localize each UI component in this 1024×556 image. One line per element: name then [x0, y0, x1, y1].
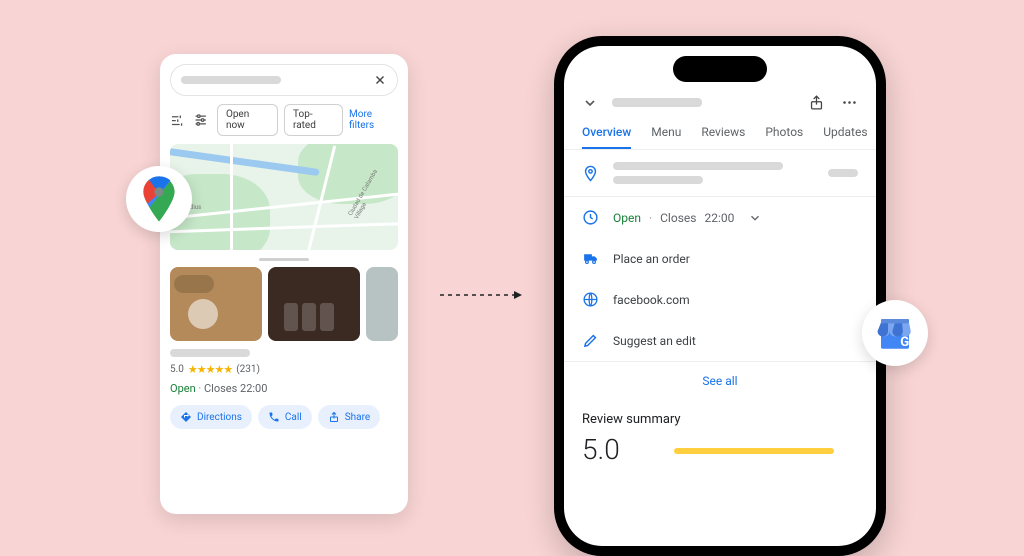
- distance-placeholder: [828, 169, 858, 177]
- pin-icon: [582, 165, 599, 182]
- clock-icon: [582, 209, 599, 226]
- maps-pin-icon: [142, 176, 176, 222]
- tab-updates[interactable]: Updates: [823, 125, 867, 149]
- google-maps-badge: [126, 166, 192, 232]
- listing-title-placeholder: [612, 98, 702, 107]
- close-icon[interactable]: [373, 73, 387, 87]
- rating-count: (231): [236, 364, 260, 375]
- search-placeholder: [181, 76, 281, 84]
- tab-overview[interactable]: Overview: [582, 125, 631, 149]
- svg-text:G: G: [900, 335, 909, 350]
- hours-row: Open · Closes 22:00: [170, 382, 398, 395]
- call-button[interactable]: Call: [258, 405, 312, 429]
- open-status: Open: [613, 211, 641, 225]
- address-line-placeholder: [613, 162, 783, 170]
- website-label: facebook.com: [613, 293, 690, 307]
- search-bar[interactable]: [170, 64, 398, 96]
- photo-thumb[interactable]: [170, 267, 262, 341]
- order-label: Place an order: [613, 252, 690, 266]
- order-row[interactable]: Place an order: [564, 238, 876, 279]
- share-button[interactable]: Share: [318, 405, 380, 429]
- closes-time: 22:00: [704, 211, 734, 225]
- star-icons: ★★★★★: [188, 363, 232, 376]
- call-label: Call: [285, 412, 302, 423]
- directions-icon: [180, 411, 192, 423]
- closes-label: Closes: [660, 211, 696, 225]
- address-row[interactable]: [564, 150, 876, 197]
- address-line-placeholder: [613, 176, 703, 184]
- directions-button[interactable]: Directions: [170, 405, 252, 429]
- sliders-icon[interactable]: [193, 112, 208, 128]
- tab-menu[interactable]: Menu: [651, 125, 681, 149]
- filter-chip-row: Open now Top-rated More filters: [170, 104, 398, 136]
- storefront-icon: G: [874, 312, 916, 354]
- chip-open-now[interactable]: Open now: [217, 104, 278, 136]
- website-row[interactable]: facebook.com: [564, 279, 876, 320]
- review-summary-score: 5.0: [582, 433, 620, 466]
- listing-header: [564, 90, 876, 117]
- tab-reviews[interactable]: Reviews: [701, 125, 745, 149]
- map-preview[interactable]: Claudius Ciudad de Calamba Village: [170, 144, 398, 250]
- photo-thumb[interactable]: [268, 267, 360, 341]
- place-name-placeholder: [170, 349, 250, 357]
- google-business-badge: G: [862, 300, 928, 366]
- phone-screen: Overview Menu Reviews Photos Updates Ope…: [564, 46, 876, 546]
- phone-frame: Overview Menu Reviews Photos Updates Ope…: [554, 36, 886, 556]
- chip-top-rated[interactable]: Top-rated: [284, 104, 343, 136]
- action-row: Directions Call Share: [170, 405, 398, 429]
- rating-row: 5.0 ★★★★★ (231): [170, 363, 398, 376]
- kebab-icon[interactable]: [841, 94, 858, 111]
- pencil-icon: [582, 332, 599, 349]
- hours-row[interactable]: Open · Closes 22:00: [564, 197, 876, 238]
- open-status: Open: [170, 382, 196, 395]
- review-summary: Review summary 5.0: [564, 400, 876, 466]
- dynamic-island: [673, 56, 767, 82]
- chevron-down-icon: [748, 211, 762, 225]
- suggest-edit-row[interactable]: Suggest an edit: [564, 320, 876, 361]
- share-label: Share: [345, 412, 370, 423]
- tab-photos[interactable]: Photos: [765, 125, 803, 149]
- share-icon[interactable]: [808, 94, 825, 111]
- review-summary-title: Review summary: [582, 412, 858, 427]
- closing-time: Closes 22:00: [204, 382, 267, 395]
- globe-icon: [582, 291, 599, 308]
- dot: ·: [198, 382, 201, 395]
- truck-icon: [582, 250, 599, 267]
- chevron-down-icon[interactable]: [582, 95, 598, 111]
- dot: ·: [649, 211, 652, 225]
- drag-handle[interactable]: [259, 258, 309, 261]
- suggest-edit-label: Suggest an edit: [613, 334, 696, 348]
- share-icon: [328, 411, 340, 423]
- rating-bar: [674, 448, 834, 454]
- photo-thumb[interactable]: [366, 267, 398, 341]
- arrow-icon: [440, 290, 524, 300]
- photo-row: [170, 267, 398, 341]
- phone-icon: [268, 411, 280, 423]
- directions-label: Directions: [197, 412, 242, 423]
- rating-score: 5.0: [170, 364, 184, 375]
- more-filters-link[interactable]: More filters: [349, 109, 398, 131]
- see-all-link[interactable]: See all: [564, 361, 876, 400]
- maps-search-card: Open now Top-rated More filters Claudius…: [160, 54, 408, 514]
- listing-tabs: Overview Menu Reviews Photos Updates: [564, 117, 876, 150]
